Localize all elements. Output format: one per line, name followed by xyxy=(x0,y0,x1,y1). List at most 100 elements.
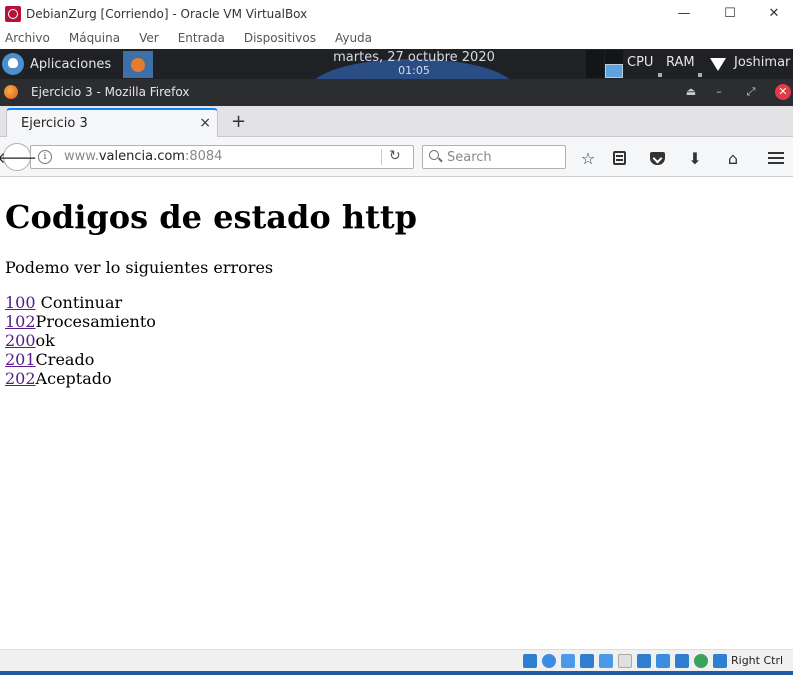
status-link-200[interactable]: 200 xyxy=(5,331,36,350)
status-row: 100 Continuar xyxy=(5,293,156,312)
workspace-switcher[interactable] xyxy=(586,49,624,79)
status-code-list: 100 Continuar 102Procesamiento 200ok 201… xyxy=(5,293,156,388)
tab-close-icon[interactable]: × xyxy=(199,115,211,131)
workspace-3[interactable] xyxy=(586,64,604,78)
status-link-202[interactable]: 202 xyxy=(5,369,36,388)
menu-archivo[interactable]: Archivo xyxy=(5,31,50,45)
virtualbox-statusbar: Right Ctrl xyxy=(0,649,793,671)
cpu-icon[interactable] xyxy=(675,654,689,668)
workspace-2[interactable] xyxy=(605,50,623,64)
search-input[interactable] xyxy=(447,148,562,166)
url-text[interactable]: www.valencia.com:8084 xyxy=(64,149,222,164)
window-minimize-button[interactable]: – xyxy=(711,84,727,100)
library-icon[interactable] xyxy=(608,147,630,169)
maximize-button[interactable]: ☐ xyxy=(707,0,753,27)
pocket-icon[interactable] xyxy=(646,147,668,169)
bookmark-star-icon[interactable]: ☆ xyxy=(577,147,599,169)
url-scheme: www. xyxy=(64,149,99,164)
cpu-monitor-label: CPU xyxy=(627,55,654,70)
menu-ver[interactable]: Ver xyxy=(139,31,159,45)
tab-strip: Ejercicio 3 × + xyxy=(0,106,793,138)
status-text: Aceptado xyxy=(35,369,112,388)
back-arrow-icon: 🡐 xyxy=(0,148,38,167)
url-host: valencia.com xyxy=(98,149,185,164)
firefox-logo-icon xyxy=(4,85,18,99)
new-tab-button[interactable]: + xyxy=(231,111,246,132)
status-text: Procesamiento xyxy=(35,312,156,331)
host-key-label: Right Ctrl xyxy=(731,654,784,667)
menu-ayuda[interactable]: Ayuda xyxy=(335,31,372,45)
menu-glyph xyxy=(768,157,784,159)
window-shade-button[interactable]: ⏏ xyxy=(683,84,699,100)
applications-menu-button[interactable]: Aplicaciones xyxy=(0,49,111,79)
page-heading: Codigos de estado http xyxy=(5,198,418,236)
site-info-icon[interactable]: i xyxy=(38,150,52,164)
virtualbox-window-title: DebianZurg [Corriendo] - Oracle VM Virtu… xyxy=(26,6,308,21)
hamburger-menu-icon[interactable] xyxy=(765,147,787,169)
user-menu[interactable]: Joshimar xyxy=(734,55,790,70)
status-link-201[interactable]: 201 xyxy=(5,350,36,369)
status-text: Creado xyxy=(35,350,95,369)
tab-label: Ejercicio 3 xyxy=(21,116,88,131)
url-bar[interactable]: i www.valencia.com:8084 ↻ xyxy=(30,145,414,169)
workspace-4[interactable] xyxy=(605,64,623,78)
video-capture-icon[interactable] xyxy=(656,654,670,668)
window-maximize-button[interactable]: ⤢ xyxy=(743,84,759,100)
virtualbox-logo-icon xyxy=(5,5,21,22)
status-row: 202Aceptado xyxy=(5,369,156,388)
clock-time[interactable]: 01:05 xyxy=(300,64,528,77)
firefox-window-title: Ejercicio 3 - Mozilla Firefox xyxy=(31,85,190,99)
status-link-100[interactable]: 100 xyxy=(5,293,36,312)
search-icon xyxy=(429,150,439,160)
wifi-icon[interactable] xyxy=(710,58,726,71)
status-row: 102Procesamiento xyxy=(5,312,156,331)
desktop-panel: Aplicaciones martes, 27 octubre 2020 01:… xyxy=(0,49,793,119)
status-row: 201Creado xyxy=(5,350,156,369)
ram-monitor-label: RAM xyxy=(666,55,695,70)
shared-folders-icon[interactable] xyxy=(618,654,632,668)
downloads-icon[interactable]: ⬇ xyxy=(684,147,706,169)
ram-meter xyxy=(698,73,702,77)
window-close-button[interactable]: ✕ xyxy=(775,84,791,100)
tab-ejercicio-3[interactable]: Ejercicio 3 × xyxy=(6,108,218,138)
optical-disc-icon[interactable] xyxy=(542,654,556,668)
navigation-toolbar: i www.valencia.com:8084 ↻ 🡐 ☆ ⬇ ⌂ xyxy=(0,137,793,177)
back-button[interactable]: 🡐 xyxy=(0,143,37,171)
menu-entrada[interactable]: Entrada xyxy=(178,31,225,45)
keyboard-icon[interactable] xyxy=(713,654,727,668)
firefox-titlebar: Ejercicio 3 - Mozilla Firefox ⏏ – ⤢ ✕ xyxy=(0,79,793,106)
status-row: 200ok xyxy=(5,331,156,350)
network-icon[interactable] xyxy=(580,654,594,668)
reload-icon[interactable]: ↻ xyxy=(389,148,401,164)
virtualbox-menubar: Archivo Máquina Ver Entrada Dispositivos… xyxy=(0,27,793,49)
clock-date[interactable]: martes, 27 octubre 2020 xyxy=(300,50,528,65)
status-link-102[interactable]: 102 xyxy=(5,312,36,331)
url-port: :8084 xyxy=(184,149,223,164)
audio-icon[interactable] xyxy=(561,654,575,668)
virtualbox-bottom-accent xyxy=(0,671,793,675)
close-button[interactable]: ✕ xyxy=(751,0,793,27)
xfce-mouse-icon xyxy=(2,53,24,75)
status-text: ok xyxy=(35,331,55,350)
virtualbox-titlebar: DebianZurg [Corriendo] - Oracle VM Virtu… xyxy=(0,0,793,27)
applications-label: Aplicaciones xyxy=(30,56,112,72)
home-icon[interactable]: ⌂ xyxy=(722,147,744,169)
taskbar-firefox-button[interactable] xyxy=(123,51,153,78)
page-content: Codigos de estado http Podemo ver lo sig… xyxy=(0,178,793,649)
firefox-icon xyxy=(131,57,145,72)
menu-maquina[interactable]: Máquina xyxy=(69,31,120,45)
menu-dispositivos[interactable]: Dispositivos xyxy=(244,31,316,45)
mouse-integration-icon[interactable] xyxy=(694,654,708,668)
minimize-button[interactable]: — xyxy=(661,0,707,27)
url-separator xyxy=(381,149,382,165)
workspace-1[interactable] xyxy=(586,50,604,64)
display-icon[interactable] xyxy=(637,654,651,668)
library-glyph xyxy=(612,151,626,165)
status-text: Continuar xyxy=(35,293,123,312)
search-bar[interactable] xyxy=(422,145,566,169)
usb-icon[interactable] xyxy=(599,654,613,668)
page-intro: Podemo ver lo siguientes errores xyxy=(5,258,274,277)
pocket-glyph xyxy=(649,151,665,165)
cpu-meter xyxy=(658,73,662,77)
hard-disk-icon[interactable] xyxy=(523,654,537,668)
